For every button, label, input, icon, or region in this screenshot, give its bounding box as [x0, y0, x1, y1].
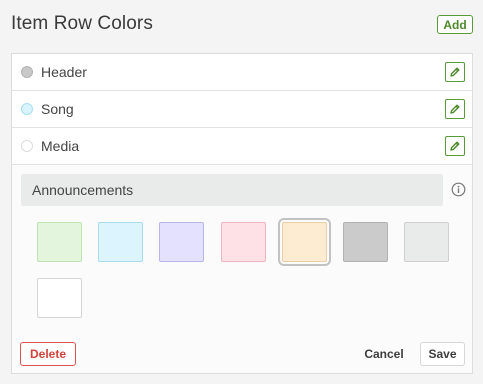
list-item-media[interactable]: Media — [12, 128, 472, 165]
name-input[interactable]: Announcements — [21, 174, 443, 206]
list-item-header[interactable]: Header — [12, 54, 472, 91]
row-label: Header — [41, 64, 87, 80]
color-swatch-pink[interactable] — [221, 222, 266, 262]
color-dot — [21, 103, 33, 115]
color-swatch-green[interactable] — [37, 222, 82, 262]
color-swatch-purple[interactable] — [159, 222, 204, 262]
info-icon[interactable] — [451, 182, 466, 197]
list-item-song[interactable]: Song — [12, 91, 472, 128]
row-label: Song — [41, 101, 74, 117]
cancel-button[interactable]: Cancel — [356, 342, 412, 366]
pencil-icon — [450, 104, 460, 114]
edit-button[interactable] — [445, 62, 465, 82]
color-swatch-gray[interactable] — [343, 222, 388, 262]
row-editor: Announcements Delete Cancel Save — [12, 165, 472, 373]
color-swatch-light-gray[interactable] — [404, 222, 449, 262]
color-swatch-white[interactable] — [37, 278, 82, 318]
delete-button[interactable]: Delete — [20, 342, 76, 366]
edit-button[interactable] — [445, 99, 465, 119]
pencil-icon — [450, 141, 460, 151]
save-button[interactable]: Save — [420, 342, 465, 366]
color-swatch-blue[interactable] — [98, 222, 143, 262]
pencil-icon — [450, 67, 460, 77]
page-title: Item Row Colors — [11, 13, 153, 34]
color-dot — [21, 66, 33, 78]
add-button[interactable]: Add — [437, 15, 473, 34]
color-dot — [21, 140, 33, 152]
row-colors-panel: Header Song Media Announcements Delete C… — [11, 53, 473, 374]
row-label: Media — [41, 138, 80, 154]
edit-button[interactable] — [445, 136, 465, 156]
color-swatch-orange[interactable] — [278, 218, 331, 266]
